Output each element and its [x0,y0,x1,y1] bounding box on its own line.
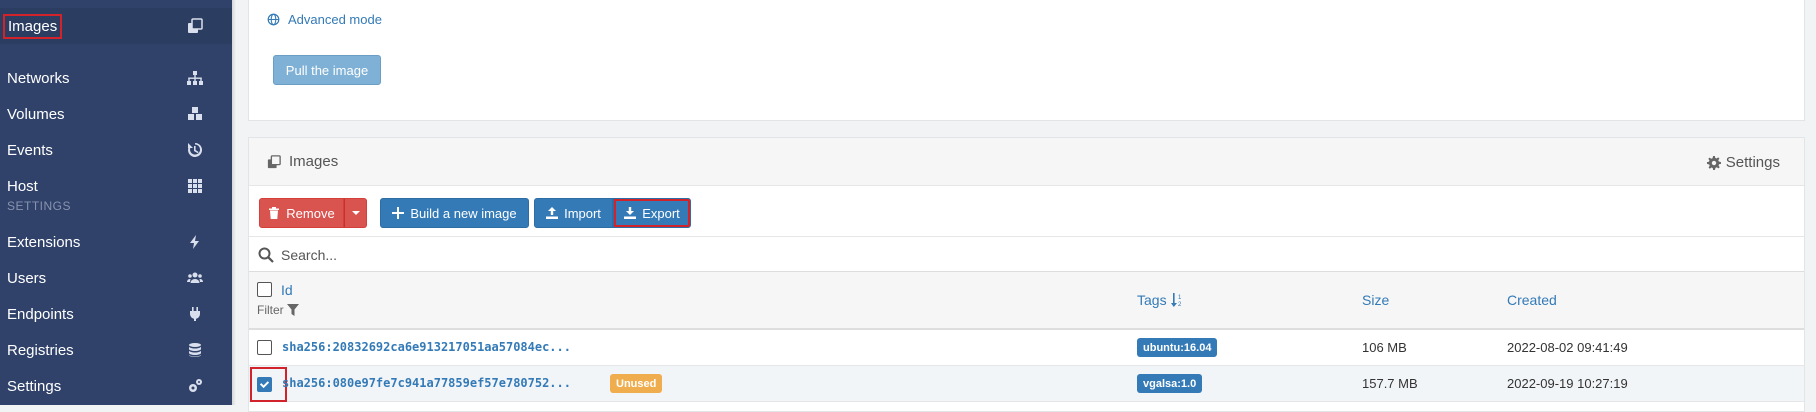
search-input[interactable] [281,243,781,267]
images-toolbar: Remove Build a new image Import Export [249,186,1804,236]
history-icon [186,141,204,159]
download-icon [624,207,637,219]
sidebar-item-events[interactable]: Events [0,132,232,168]
sidebar-item-label: Volumes [7,105,65,123]
globe-icon [267,13,280,26]
trash-icon [269,207,280,219]
table-row: sha256:080e97fe7c941a77859ef57e780752...… [249,366,1804,402]
build-label: Build a new image [410,205,517,221]
sidebar-item-label: Settings [7,377,62,395]
images-panel-title: Images [267,153,338,170]
table-header: Id Filter Tags 12 Size Created [249,272,1804,330]
svg-text:1: 1 [1178,295,1182,301]
settings-section-header: SETTINGS [7,199,72,213]
sidebar-item-label: Endpoints [7,305,74,323]
check-icon [259,381,270,389]
sidebar-item-label: Networks [7,69,70,87]
remove-label: Remove [286,205,335,221]
sidebar-item-settings[interactable]: Settings [0,368,232,404]
upload-icon [546,207,559,219]
sidebar: Images Networks Volumes Events Host SETT… [0,0,232,405]
gear-icon [1706,155,1721,170]
id-filter[interactable]: Filter [257,303,299,317]
filter-label: Filter [257,303,284,317]
database-icon [186,341,204,359]
sidebar-item-label: Host [7,177,38,195]
unused-badge: Unused [610,374,663,393]
sidebar-item-images[interactable]: Images [0,8,232,44]
cubes-icon [186,105,204,123]
images-title-text: Images [289,153,339,170]
clone-icon [186,17,204,35]
settings-label: Settings [1725,154,1780,171]
size-column-header[interactable]: Size [1362,292,1389,308]
sidebar-item-label: Extensions [7,233,81,251]
sitemap-icon [186,69,204,87]
sidebar-shadow [232,0,236,405]
sort-alpha-icon: 12 [1170,293,1182,307]
images-panel: Images Settings Remove Build a new image… [248,137,1805,412]
export-button[interactable]: Export [613,198,691,228]
image-created: 2022-09-19 10:27:19 [1507,376,1628,391]
image-tag-badge: vgalsa:1.0 [1137,374,1203,393]
row-checkbox[interactable] [257,377,272,392]
sidebar-item-endpoints[interactable]: Endpoints [0,296,232,332]
sidebar-item-label: Users [7,269,47,287]
sidebar-item-label: Registries [7,341,74,359]
select-all-checkbox[interactable] [257,282,272,297]
search-icon [258,247,274,263]
images-panel-header: Images Settings [249,138,1804,186]
import-button[interactable]: Import [534,198,613,228]
tags-column-header[interactable]: Tags 12 [1137,292,1183,308]
sidebar-item-users[interactable]: Users [0,260,232,296]
sidebar-item-networks[interactable]: Networks [0,60,232,96]
pull-image-button[interactable]: Pull the image [273,55,381,85]
users-icon [186,269,204,287]
sidebar-item-label: Events [7,141,53,159]
cogs-icon [186,377,204,395]
filter-icon [286,304,299,316]
remove-options-dropdown[interactable] [344,198,367,228]
plus-icon [392,207,405,219]
caret-down-icon [351,211,360,215]
image-created: 2022-08-02 09:41:49 [1507,340,1628,355]
table-row: sha256:20832692ca6e913217051aa57084ec...… [249,330,1804,366]
search-bar [249,236,1804,272]
bolt-icon [186,233,204,251]
sidebar-item-label: Images [2,13,63,39]
remove-button[interactable]: Remove [259,198,344,228]
build-image-button[interactable]: Build a new image [380,198,529,228]
id-column-header[interactable]: Id [281,282,293,298]
image-id-link[interactable]: sha256:20832692ca6e913217051aa57084ec... [282,340,571,354]
sidebar-item-extensions[interactable]: Extensions [0,224,232,260]
plug-icon [186,305,204,323]
image-tag-badge: ubuntu:16.04 [1137,338,1218,357]
sidebar-item-registries[interactable]: Registries [0,332,232,368]
sidebar-item-volumes[interactable]: Volumes [0,96,232,132]
import-label: Import [564,205,601,221]
image-size: 157.7 MB [1362,376,1418,391]
advanced-mode-link[interactable]: Advanced mode [267,12,382,27]
created-column-header[interactable]: Created [1507,292,1557,308]
grid-icon [186,177,204,195]
tags-label: Tags [1137,292,1167,308]
advanced-mode-label: Advanced mode [288,12,382,27]
image-size: 106 MB [1362,340,1407,355]
export-label: Export [642,205,680,221]
table-settings-button[interactable]: Settings [1706,154,1780,171]
svg-text:2: 2 [1178,302,1182,307]
row-checkbox[interactable] [257,340,272,355]
clone-icon [267,154,281,168]
image-id-link[interactable]: sha256:080e97fe7c941a77859ef57e780752... [282,376,571,390]
pull-image-panel: Advanced mode Pull the image [248,0,1805,121]
